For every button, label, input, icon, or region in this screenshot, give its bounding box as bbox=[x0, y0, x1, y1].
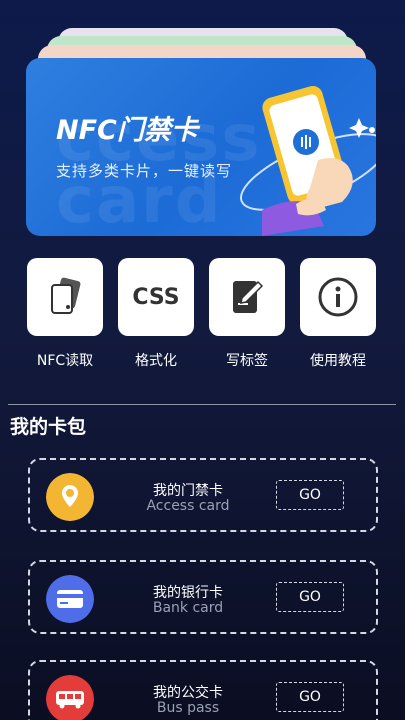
write-tag-icon bbox=[233, 280, 264, 313]
func-tile[interactable] bbox=[209, 258, 285, 336]
card-subtitle: Bus pass bbox=[156, 700, 220, 716]
func-tile[interactable] bbox=[300, 258, 376, 336]
wallet-card-bank[interactable]: 我的银行卡 Bank card GO bbox=[28, 560, 378, 634]
info-icon bbox=[318, 277, 358, 317]
section-divider bbox=[8, 404, 396, 405]
func-label: 写标签 bbox=[226, 353, 268, 369]
banner-subtitle: 支持多类卡片，一键读写 bbox=[56, 162, 233, 180]
func-format[interactable]: CSS 格式化 bbox=[115, 258, 197, 370]
card-name: 我的门禁卡 bbox=[153, 483, 223, 499]
card-stack-banner[interactable]: ccess card NFC门禁卡 支持多类卡片，一键读写 bbox=[0, 0, 405, 250]
card-name: 我的银行卡 bbox=[153, 585, 223, 601]
func-label: NFC读取 bbox=[36, 353, 94, 369]
nfc-banner[interactable]: ccess card NFC门禁卡 支持多类卡片，一键读写 bbox=[26, 58, 376, 236]
go-button[interactable]: GO bbox=[276, 480, 344, 510]
nfc-card-icon bbox=[51, 277, 81, 314]
func-label: 使用教程 bbox=[310, 353, 366, 369]
css-format-icon: CSS bbox=[132, 284, 180, 310]
card-subtitle: Access card bbox=[146, 498, 230, 514]
wallet-card-bus[interactable]: 我的公交卡 Bus pass GO bbox=[28, 660, 378, 720]
func-tile[interactable]: CSS bbox=[118, 258, 194, 336]
card-name: 我的公交卡 bbox=[153, 685, 223, 701]
func-label: 格式化 bbox=[135, 353, 177, 369]
location-pin-icon bbox=[46, 473, 94, 521]
func-write-tag[interactable]: 写标签 bbox=[206, 258, 288, 370]
func-nfc-read[interactable]: NFC读取 bbox=[24, 258, 106, 370]
phone-hand-illustration bbox=[240, 85, 376, 236]
go-button[interactable]: GO bbox=[276, 682, 344, 712]
func-tile[interactable] bbox=[27, 258, 103, 336]
wallet-card-access[interactable]: 我的门禁卡 Access card GO bbox=[28, 458, 378, 532]
credit-card-icon bbox=[46, 575, 94, 623]
go-button[interactable]: GO bbox=[276, 582, 344, 612]
wallet-section-title: 我的卡包 bbox=[10, 416, 87, 438]
card-subtitle: Bank card bbox=[152, 600, 224, 616]
function-grid: NFC读取 CSS 格式化 写标签 使用教程 bbox=[0, 258, 405, 378]
bus-icon bbox=[46, 675, 94, 720]
banner-title: NFC门禁卡 bbox=[56, 115, 198, 146]
func-tutorial[interactable]: 使用教程 bbox=[297, 258, 379, 370]
